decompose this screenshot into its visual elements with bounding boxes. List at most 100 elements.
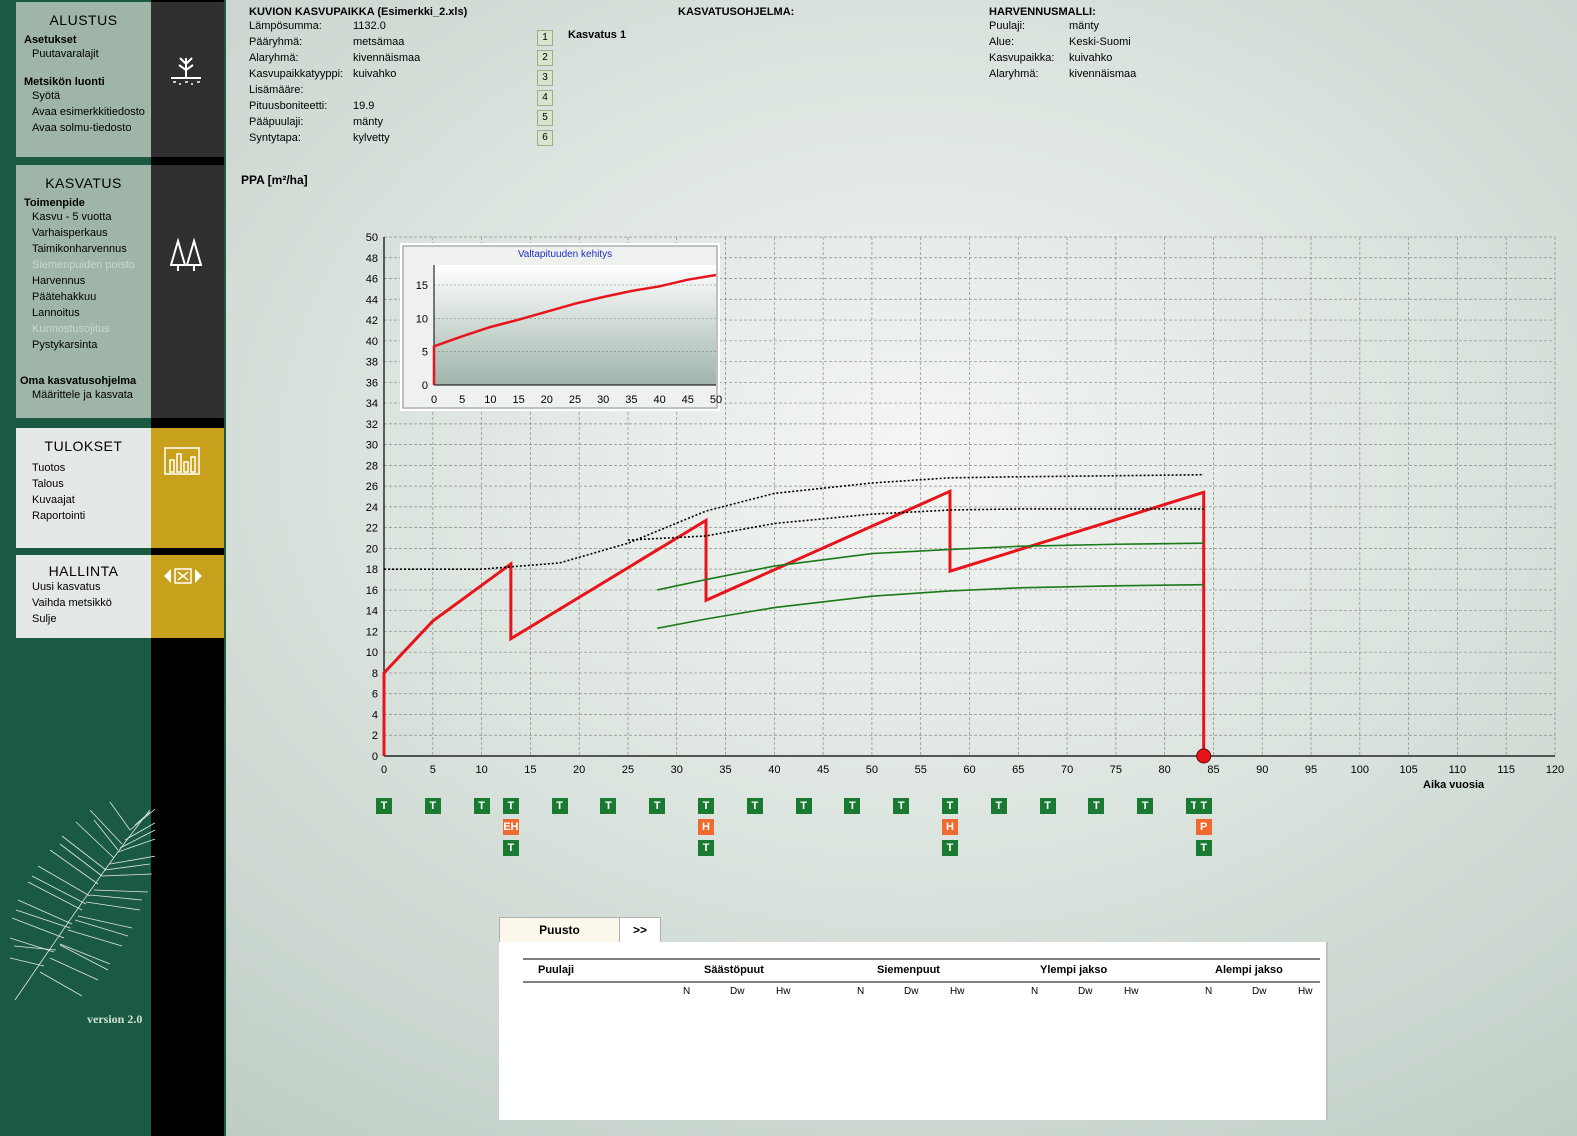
series-line-1 <box>384 473 1204 570</box>
x-tick-label: 85 <box>1207 764 1219 776</box>
inset-y-tick-label: 10 <box>416 313 428 325</box>
inset-x-tick-label: 5 <box>459 394 465 406</box>
y-tick-label: 14 <box>366 606 378 618</box>
x-tick-label: 55 <box>915 764 927 776</box>
col-puulaji: Puulaji <box>538 964 575 976</box>
y-tick-label: 20 <box>366 543 378 555</box>
x-tick-label: 40 <box>768 764 780 776</box>
x-tick-label: 45 <box>817 764 829 776</box>
col-siemenpuut: Siemenpuut <box>877 964 940 976</box>
operation-marker-t[interactable]: T <box>502 798 519 814</box>
inset-x-tick-label: 10 <box>484 394 496 406</box>
x-tick-label: 60 <box>963 764 975 776</box>
operation-marker-t[interactable]: T <box>649 798 666 814</box>
inset-x-tick-label: 0 <box>431 394 437 406</box>
subcol-n: N <box>1205 986 1213 997</box>
operation-marker-harvest[interactable]: H <box>941 819 958 835</box>
operation-marker-t[interactable]: T <box>600 798 617 814</box>
x-tick-label: 80 <box>1159 764 1171 776</box>
y-tick-label: 38 <box>366 357 378 369</box>
inset-x-tick-label: 15 <box>512 394 524 406</box>
y-tick-label: 46 <box>366 274 378 286</box>
inset-x-tick-label: 25 <box>569 394 581 406</box>
operation-marker-harvest[interactable]: H <box>698 819 715 835</box>
y-tick-label: 44 <box>366 294 378 306</box>
y-tick-label: 4 <box>372 709 378 721</box>
x-tick-label: 50 <box>866 764 878 776</box>
x-tick-label: 25 <box>622 764 634 776</box>
operation-marker-t[interactable]: T <box>844 798 861 814</box>
operation-marker-t[interactable]: T <box>1137 798 1154 814</box>
operation-marker-t[interactable]: T <box>746 798 763 814</box>
y-tick-label: 48 <box>366 253 378 265</box>
x-tick-label: 105 <box>1399 764 1417 776</box>
y-tick-label: 50 <box>366 232 378 244</box>
subcol-n: N <box>1031 986 1039 997</box>
x-tick-label: 15 <box>524 764 536 776</box>
subcol-hw: Hw <box>1298 986 1313 997</box>
puusto-table: Puulaji Säästöpuut Siemenpuut Ylempi jak… <box>499 942 1328 1120</box>
series-line-0 <box>382 488 1206 756</box>
operation-marker-t[interactable]: T <box>941 840 958 856</box>
inset-x-tick-label: 30 <box>597 394 609 406</box>
x-tick-label: 35 <box>719 764 731 776</box>
x-tick-label: 70 <box>1061 764 1073 776</box>
inset-x-tick-label: 50 <box>710 394 722 406</box>
inset-y-tick-label: 15 <box>416 280 428 292</box>
x-tick-label: 115 <box>1497 764 1515 776</box>
operation-marker-t[interactable]: T <box>1195 798 1212 814</box>
operation-marker-t[interactable]: T <box>990 798 1007 814</box>
operation-marker-t[interactable]: T <box>424 798 441 814</box>
y-tick-label: 2 <box>372 730 378 742</box>
inset-y-tick-label: 5 <box>422 347 428 359</box>
x-tick-label: 30 <box>671 764 683 776</box>
y-tick-label: 24 <box>366 502 378 514</box>
y-tick-label: 10 <box>366 647 378 659</box>
operation-marker-t[interactable]: T <box>1195 840 1212 856</box>
tab-next-button[interactable]: >> <box>619 917 661 944</box>
operation-marker-t[interactable]: T <box>473 798 490 814</box>
subcol-n: N <box>857 986 865 997</box>
x-tick-label: 65 <box>1012 764 1024 776</box>
inset-x-tick-label: 35 <box>625 394 637 406</box>
inset-x-tick-label: 45 <box>682 394 694 406</box>
operation-marker-t[interactable]: T <box>502 840 519 856</box>
operation-marker-t[interactable]: T <box>1088 798 1105 814</box>
subcol-n: N <box>683 986 691 997</box>
operation-marker-t[interactable]: T <box>698 840 715 856</box>
operation-marker-t[interactable]: T <box>551 798 568 814</box>
y-tick-label: 36 <box>366 377 378 389</box>
end-point-marker <box>1196 748 1212 764</box>
x-tick-label: 120 <box>1546 764 1564 776</box>
y-tick-label: 16 <box>366 585 378 597</box>
subcol-dw: Dw <box>730 986 745 997</box>
y-tick-label: 40 <box>366 336 378 348</box>
x-tick-label: 0 <box>381 764 387 776</box>
y-tick-label: 22 <box>366 523 378 535</box>
operation-marker-t[interactable]: T <box>795 798 812 814</box>
operation-marker-t[interactable]: T <box>893 798 910 814</box>
inset-x-tick-label: 20 <box>541 394 553 406</box>
subcol-dw: Dw <box>1078 986 1093 997</box>
operation-marker-t[interactable]: T <box>376 798 392 814</box>
series-line-3 <box>657 542 1204 591</box>
operation-marker-harvest[interactable]: P <box>1195 819 1212 835</box>
inset-title: Valtapituuden kehitys <box>518 249 612 260</box>
operation-marker-t[interactable]: T <box>1039 798 1056 814</box>
x-tick-label: 5 <box>430 764 436 776</box>
series-line-4 <box>657 583 1204 630</box>
y-tick-label: 28 <box>366 460 378 472</box>
y-tick-label: 34 <box>366 398 378 410</box>
x-tick-label: 20 <box>573 764 585 776</box>
col-ylempi-jakso: Ylempi jakso <box>1040 964 1108 976</box>
operation-marker-harvest[interactable]: EH <box>502 819 519 835</box>
tab-puusto[interactable]: Puusto <box>499 917 620 944</box>
y-tick-label: 12 <box>366 626 378 638</box>
x-tick-label: 95 <box>1305 764 1317 776</box>
subcol-hw: Hw <box>950 986 965 997</box>
operation-marker-t[interactable]: T <box>698 798 715 814</box>
y-tick-label: 0 <box>372 751 378 763</box>
x-tick-label: 110 <box>1449 764 1467 776</box>
y-tick-label: 6 <box>372 689 378 701</box>
operation-marker-t[interactable]: T <box>941 798 958 814</box>
